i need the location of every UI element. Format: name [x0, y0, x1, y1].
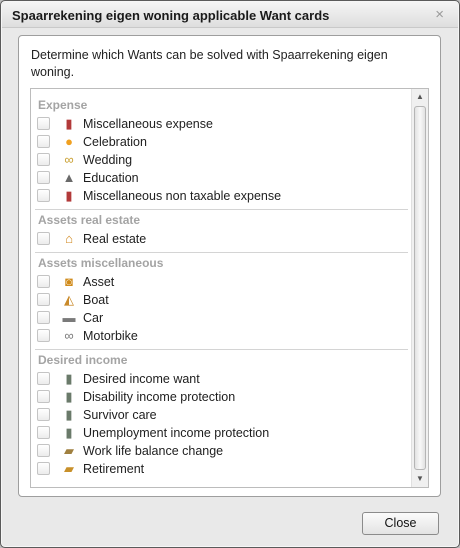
rings-icon: ∞ [64, 152, 74, 167]
want-card-item[interactable]: ▮ Unemployment income protection [31, 424, 411, 442]
dialog-title: Spaarrekening eigen woning applicable Wa… [12, 8, 330, 23]
want-card-checkbox[interactable] [37, 189, 50, 202]
want-card-checkbox[interactable] [37, 153, 50, 166]
want-card-item[interactable]: ▮ Desired income want [31, 370, 411, 388]
want-card-label: Motorbike [83, 329, 138, 343]
want-card-item[interactable]: ▮ Survivor care [31, 406, 411, 424]
want-card-checkbox[interactable] [37, 135, 50, 148]
content-panel: Determine which Wants can be solved with… [18, 35, 441, 497]
person-icon: ▮ [65, 371, 73, 386]
want-card-label: Retirement [83, 462, 145, 476]
want-card-checkbox[interactable] [37, 311, 50, 324]
want-card-item[interactable]: ⌂ Real estate [31, 230, 411, 248]
group-separator [35, 209, 408, 210]
want-card-checkbox[interactable] [37, 293, 50, 306]
asset-icon: ◙ [65, 274, 73, 289]
want-card-label: Work life balance change [83, 444, 224, 458]
want-card-label: Disability income protection [83, 390, 236, 404]
close-button[interactable]: Close [362, 512, 439, 535]
scrollbar-thumb[interactable] [414, 106, 426, 470]
want-card-item[interactable]: ● Celebration [31, 133, 411, 151]
group-header: Desired income [38, 353, 128, 367]
want-card-label: Miscellaneous non taxable expense [83, 189, 282, 203]
want-card-item[interactable]: ▮ Disability income protection [31, 388, 411, 406]
want-card-item[interactable]: ▮ Miscellaneous non taxable expense [31, 187, 411, 205]
want-card-item[interactable]: ∞ Motorbike [31, 327, 411, 345]
group-header: Assets real estate [38, 213, 141, 227]
motorbike-icon: ∞ [64, 328, 74, 343]
want-card-checkbox[interactable] [37, 232, 50, 245]
want-card-checkbox[interactable] [37, 462, 50, 475]
expense-icon: ▮ [65, 116, 73, 131]
graduate-icon: ▲ [62, 170, 76, 185]
want-card-checkbox[interactable] [37, 408, 50, 421]
want-card-label: Real estate [83, 232, 147, 246]
want-card-label: Boat [83, 293, 109, 307]
intro-text: Determine which Wants can be solved with… [31, 48, 388, 79]
dialog-titlebar[interactable]: Spaarrekening eigen woning applicable Wa… [2, 2, 458, 28]
want-card-label: Asset [83, 275, 115, 289]
want-card-item[interactable]: ∞ Wedding [31, 151, 411, 169]
group-separator [35, 349, 408, 350]
want-card-checkbox[interactable] [37, 171, 50, 184]
want-card-label: Celebration [83, 135, 147, 149]
boat-icon: ◭ [64, 292, 74, 307]
work-life-icon: ▰ [64, 443, 74, 458]
applicable-want-cards-dialog: Spaarrekening eigen woning applicable Wa… [0, 0, 460, 548]
car-icon: ▬ [62, 310, 76, 325]
want-card-item[interactable]: ▰ Retirement [31, 460, 411, 478]
balloon-icon: ● [65, 134, 73, 149]
group-separator [35, 252, 408, 253]
want-card-label: Unemployment income protection [83, 426, 270, 440]
scroll-up-arrow-icon[interactable]: ▲ [412, 89, 428, 105]
want-card-item[interactable]: ◙ Asset [31, 273, 411, 291]
want-card-label: Miscellaneous expense [83, 117, 213, 131]
want-cards-list[interactable]: Expense ▮ Miscellaneous expense ● Celebratio… [30, 88, 429, 488]
person-icon: ▮ [65, 407, 73, 422]
retirement-icon: ▰ [64, 461, 74, 476]
want-card-label: Wedding [83, 153, 133, 167]
want-card-checkbox[interactable] [37, 329, 50, 342]
group-header: Assets miscellaneous [38, 256, 164, 270]
want-card-label: Car [83, 311, 104, 325]
scroll-down-arrow-icon[interactable]: ▼ [412, 471, 428, 487]
list-scrollbar[interactable]: ▲ ▼ [411, 89, 428, 487]
want-card-label: Education [83, 171, 139, 185]
want-card-item[interactable]: ◭ Boat [31, 291, 411, 309]
person-icon: ▮ [65, 389, 73, 404]
want-card-item[interactable]: ▮ Miscellaneous expense [31, 115, 411, 133]
expense-icon: ▮ [65, 188, 73, 203]
close-icon[interactable]: × [435, 6, 444, 24]
want-card-checkbox[interactable] [37, 117, 50, 130]
want-card-label: Survivor care [83, 408, 157, 422]
want-card-checkbox[interactable] [37, 426, 50, 439]
group-header: Expense [38, 98, 88, 112]
want-card-checkbox[interactable] [37, 390, 50, 403]
want-card-item[interactable]: ▰ Work life balance change [31, 442, 411, 460]
want-card-checkbox[interactable] [37, 372, 50, 385]
want-card-item[interactable]: ▬ Car [31, 309, 411, 327]
want-card-label: Desired income want [83, 372, 200, 386]
house-icon: ⌂ [65, 231, 73, 246]
person-icon: ▮ [65, 425, 73, 440]
want-card-checkbox[interactable] [37, 444, 50, 457]
want-card-item[interactable]: ▲ Education [31, 169, 411, 187]
want-card-checkbox[interactable] [37, 275, 50, 288]
